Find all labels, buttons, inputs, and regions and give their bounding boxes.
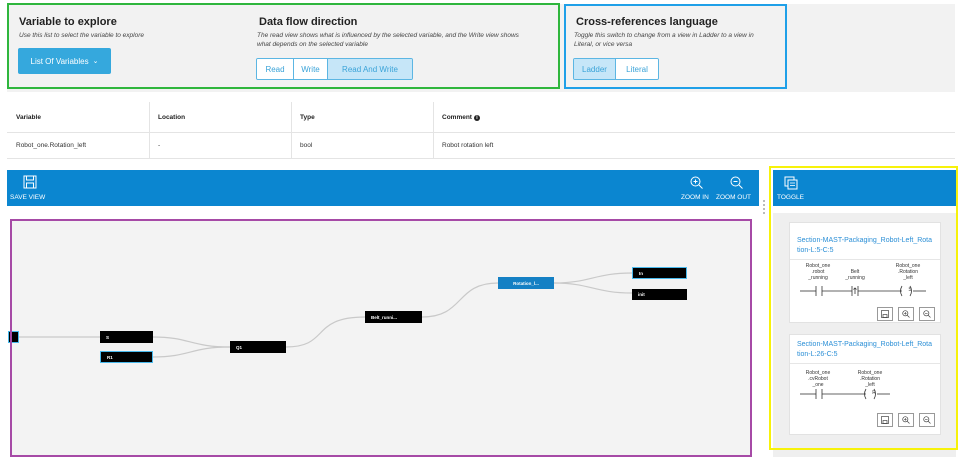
header-variable: Variable (16, 114, 41, 121)
header-location: Location (158, 114, 186, 121)
handle-dot (763, 208, 765, 210)
save-view-label: SAVE VIEW (10, 194, 46, 201)
zoom-out-icon (730, 176, 743, 189)
graph-highlight-box (10, 219, 752, 457)
flow-highlight-box (7, 3, 560, 89)
graph-toolbar: SAVE VIEW ZOOM IN ZOOM OUT (7, 170, 759, 206)
zoom-out-label: ZOOM OUT (716, 194, 752, 201)
zoom-in-button[interactable]: ZOOM IN (677, 170, 713, 206)
header-comment: Comment i (442, 114, 480, 121)
column-separator (291, 102, 292, 158)
handle-dot (763, 212, 765, 214)
zoom-in-label: ZOOM IN (681, 194, 709, 201)
cross-ref-highlight-box (769, 166, 958, 450)
handle-dot (763, 204, 765, 206)
handle-dot (763, 200, 765, 202)
cell-variable: Robot_one.Rotation_left (16, 142, 87, 149)
info-icon[interactable]: i (473, 114, 480, 121)
header-type: Type (300, 114, 315, 121)
column-separator (433, 102, 434, 158)
zoom-out-button[interactable]: ZOOM OUT (714, 170, 759, 206)
header-comment-label: Comment (442, 114, 472, 121)
panel-resize-handle[interactable] (763, 200, 766, 220)
table-divider (7, 158, 955, 159)
column-separator (149, 102, 150, 158)
language-highlight-box (564, 4, 787, 89)
variable-table: Variable Location Type Comment i Robot_o… (7, 102, 955, 162)
save-view-button[interactable]: SAVE VIEW (7, 170, 55, 206)
cell-comment: Robot rotation left (442, 142, 494, 149)
save-icon (23, 175, 37, 189)
cell-type: bool (300, 142, 313, 149)
zoom-in-icon (690, 176, 703, 189)
cell-location: - (158, 142, 161, 149)
